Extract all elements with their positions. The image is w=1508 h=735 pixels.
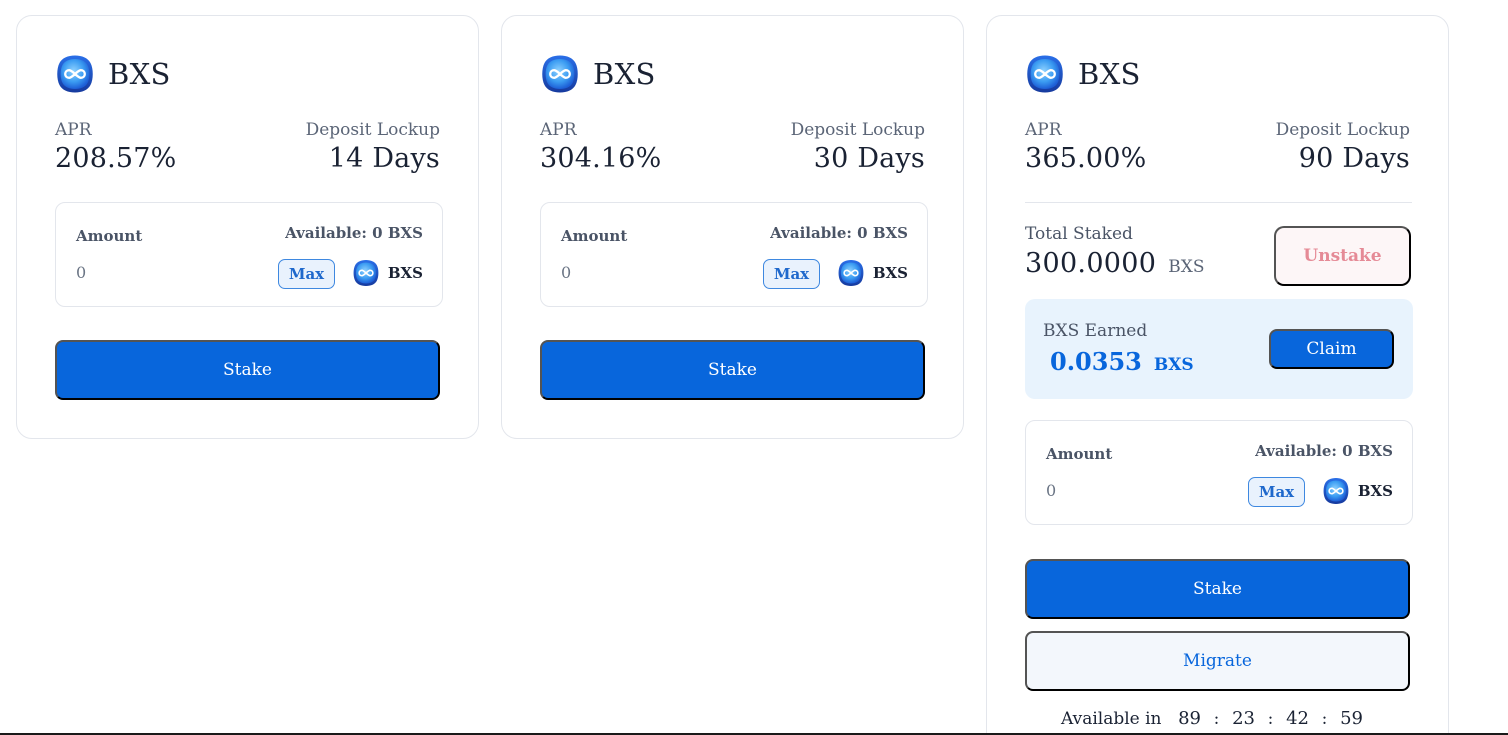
total-staked-label: Total Staked (1025, 224, 1133, 244)
earned-label: BXS Earned (1043, 321, 1148, 341)
countdown-separator: : (1267, 709, 1274, 729)
countdown-separator: : (1213, 709, 1220, 729)
countdown-days: 89 (1178, 708, 1201, 729)
earned-unit: BXS (1153, 355, 1194, 375)
bxs-token-icon (837, 259, 865, 287)
apr-value: 365.00% (1025, 143, 1147, 174)
token-selector: BXS (837, 259, 908, 287)
countdown-minutes: 42 (1286, 708, 1309, 729)
bxs-token-icon (1322, 477, 1350, 505)
token-symbol: BXS (1357, 482, 1393, 500)
claim-button[interactable]: Claim (1269, 329, 1394, 369)
stake-button[interactable]: Stake (55, 340, 440, 400)
stake-button[interactable]: Stake (1025, 559, 1410, 619)
lockup-stat: Deposit Lockup 90 Days (1276, 120, 1410, 174)
total-staked: Total Staked 300.0000 BXS (1025, 224, 1204, 279)
pool-card-90-days: BXS APR 365.00% Deposit Lockup 90 Days T… (986, 15, 1449, 735)
total-staked-amount: 300.0000 BXS (1025, 248, 1204, 279)
stake-button[interactable]: Stake (540, 340, 925, 400)
divider (1025, 202, 1412, 203)
pool-card-30-days: BXS APR 304.16% Deposit Lockup 30 Days A… (501, 15, 964, 439)
amount-label: Amount (76, 227, 143, 245)
apr-label: APR (1025, 120, 1062, 140)
lockup-label: Deposit Lockup (1275, 120, 1410, 140)
amount-input[interactable] (1046, 481, 1196, 500)
apr-stat: APR 208.57% (55, 120, 177, 174)
earned-panel: BXS Earned 0.0353 BXS Claim (1025, 299, 1413, 399)
countdown-hours: 23 (1232, 708, 1255, 729)
amount-label: Amount (561, 227, 628, 245)
amount-label: Amount (1046, 445, 1113, 463)
bxs-token-icon (1025, 54, 1065, 94)
migrate-button[interactable]: Migrate (1025, 631, 1410, 691)
max-button[interactable]: Max (763, 259, 820, 289)
lockup-stat: Deposit Lockup 30 Days (791, 120, 925, 174)
token-selector: BXS (352, 259, 423, 287)
available-balance: Available: 0 BXS (770, 224, 908, 242)
apr-stat: APR 304.16% (540, 120, 662, 174)
apr-value: 304.16% (540, 143, 662, 174)
countdown-seconds: 59 (1340, 708, 1363, 729)
unlock-countdown: Available in 89 : 23 : 42 : 59 (1061, 708, 1366, 729)
available-balance: Available: 0 BXS (1255, 442, 1393, 460)
unstake-button[interactable]: Unstake (1274, 226, 1411, 286)
countdown-label: Available in (1061, 709, 1162, 729)
pool-header: BXS (55, 54, 171, 94)
countdown-separator: : (1321, 709, 1328, 729)
bxs-token-icon (540, 54, 580, 94)
total-staked-value: 300.0000 (1025, 248, 1157, 279)
pool-card-14-days: BXS APR 208.57% Deposit Lockup 14 Days A… (16, 15, 479, 439)
amount-input[interactable] (76, 263, 226, 282)
lockup-label: Deposit Lockup (790, 120, 925, 140)
amount-box: Amount Available: 0 BXS Max BXS (55, 202, 443, 307)
amount-input[interactable] (561, 263, 711, 282)
bxs-token-icon (352, 259, 380, 287)
lockup-value: 14 Days (328, 143, 440, 174)
token-selector: BXS (1322, 477, 1393, 505)
token-symbol: BXS (387, 264, 423, 282)
pool-header: BXS (1025, 54, 1141, 94)
lockup-label: Deposit Lockup (305, 120, 440, 140)
earned-value: 0.0353 (1050, 347, 1142, 376)
apr-stat: APR 365.00% (1025, 120, 1147, 174)
apr-label: APR (540, 120, 577, 140)
amount-box: Amount Available: 0 BXS Max BXS (540, 202, 928, 307)
amount-box: Amount Available: 0 BXS Max BXS (1025, 420, 1413, 525)
apr-value: 208.57% (55, 143, 177, 174)
pool-token-name: BXS (593, 57, 656, 91)
pool-token-name: BXS (1078, 57, 1141, 91)
available-balance: Available: 0 BXS (285, 224, 423, 242)
bxs-token-icon (55, 54, 95, 94)
lockup-stat: Deposit Lockup 14 Days (306, 120, 440, 174)
total-staked-unit: BXS (1168, 257, 1205, 277)
token-symbol: BXS (872, 264, 908, 282)
max-button[interactable]: Max (278, 259, 335, 289)
lockup-value: 90 Days (1298, 143, 1410, 174)
pool-header: BXS (540, 54, 656, 94)
lockup-value: 30 Days (813, 143, 925, 174)
earned-amount: 0.0353 BXS (1050, 347, 1194, 376)
pool-token-name: BXS (108, 57, 171, 91)
apr-label: APR (55, 120, 92, 140)
max-button[interactable]: Max (1248, 477, 1305, 507)
